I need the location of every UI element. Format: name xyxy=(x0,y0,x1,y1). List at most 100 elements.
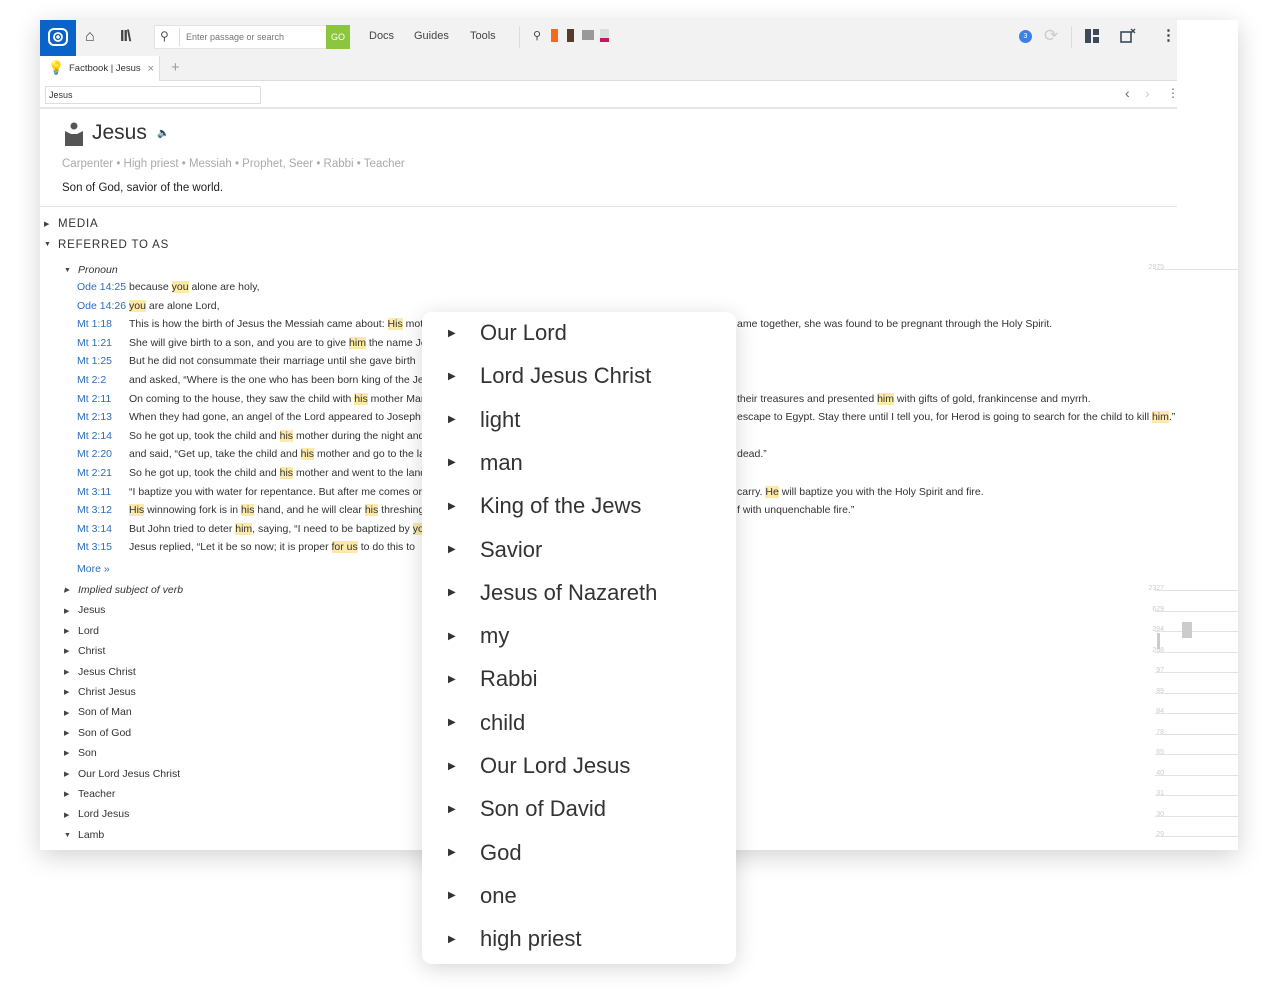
verse-reference-link[interactable]: Mt 1:21 xyxy=(77,337,112,349)
divider xyxy=(519,26,520,48)
popup-item-label: Son of David xyxy=(480,796,606,822)
popup-item[interactable]: ▶ Savior xyxy=(448,537,542,563)
quick-search-icon[interactable]: ⚲ xyxy=(533,29,541,42)
verse-reference-link[interactable]: Mt 2:14 xyxy=(77,430,112,442)
panel-menu-icon[interactable]: ⋮ xyxy=(1167,86,1179,100)
text-segment: carry. xyxy=(737,485,766,498)
popup-item[interactable]: ▶ high priest xyxy=(448,926,582,952)
more-link[interactable]: More » xyxy=(77,563,110,575)
layout-icon[interactable] xyxy=(1085,29,1099,43)
name-item[interactable]: ▶ Jesus xyxy=(64,604,105,616)
group-pronoun[interactable]: ▼ Pronoun xyxy=(64,264,118,276)
verse-text: their treasures and presented him with g… xyxy=(737,392,1091,405)
verse-reference-link[interactable]: Mt 2:21 xyxy=(77,467,112,479)
popup-item[interactable]: ▶ man xyxy=(448,450,523,476)
name-item[interactable]: ▶ Our Lord Jesus Christ xyxy=(64,768,180,780)
section-label: REFERRED TO AS xyxy=(58,239,170,251)
section-media[interactable]: ▶ MEDIA xyxy=(44,218,98,230)
popup-item[interactable]: ▶ Our Lord Jesus xyxy=(448,753,630,779)
verse-text: and said, “Get up, take the child and hi… xyxy=(129,448,463,461)
verse-text: escape to Egypt. Stay there until I tell… xyxy=(737,411,1175,424)
more-menu-icon[interactable]: ⋮ xyxy=(1161,26,1176,44)
divider xyxy=(1071,26,1072,48)
popup-item[interactable]: ▶ Our Lord xyxy=(448,320,567,346)
expand-icon: ▶ xyxy=(64,648,70,656)
expand-icon: ▶ xyxy=(64,791,70,799)
verse-reference-link[interactable]: Mt 2:13 xyxy=(77,411,112,423)
highlighted-word: His xyxy=(387,318,403,331)
book-shortcut-icon[interactable] xyxy=(567,29,574,42)
name-item[interactable]: ▶ Lord xyxy=(64,625,99,637)
verse-reference-link[interactable]: Mt 3:15 xyxy=(77,541,112,553)
search-box: ⚲ xyxy=(154,25,350,49)
nav-tools[interactable]: Tools xyxy=(470,30,496,42)
verse-text: But he did not consummate their marriage… xyxy=(129,355,463,367)
page-title: Jesus xyxy=(92,121,147,144)
search-icon: ⚲ xyxy=(160,29,169,43)
name-item[interactable]: ▶ Christ Jesus xyxy=(64,686,136,698)
name-item[interactable]: ▶ Jesus Christ xyxy=(64,666,136,678)
section-referred-to-as[interactable]: ▼ REFERRED TO AS xyxy=(44,239,169,251)
tab-factbook-jesus[interactable]: 💡 Factbook | Jesus × xyxy=(40,56,160,81)
add-tab-button[interactable]: + xyxy=(171,59,180,76)
highlighted-word: his xyxy=(241,504,255,517)
expand-icon: ▶ xyxy=(448,544,456,555)
name-item[interactable]: ▶ Lord Jesus xyxy=(64,808,129,820)
close-panels-icon[interactable] xyxy=(1120,28,1136,44)
popup-item[interactable]: ▶ one xyxy=(448,883,517,909)
book-shortcut-icon[interactable] xyxy=(551,29,558,42)
verse-reference-link[interactable]: Ode 14:25 xyxy=(77,281,126,293)
expand-icon: ▶ xyxy=(64,587,70,595)
name-item[interactable]: ▶ Son xyxy=(64,747,97,759)
speaker-icon[interactable]: 🔈 xyxy=(157,128,169,139)
search-input[interactable] xyxy=(179,28,324,46)
notification-badge[interactable]: 3 xyxy=(1019,30,1032,43)
back-icon[interactable]: ‹ xyxy=(1125,85,1130,101)
popup-item[interactable]: ▶ my xyxy=(448,623,509,649)
factbook-search-input[interactable]: Jesus xyxy=(45,86,261,104)
popup-item-label: man xyxy=(480,449,523,475)
popup-item[interactable]: ▶ Rabbi xyxy=(448,666,537,692)
home-icon[interactable]: ⌂ xyxy=(85,28,95,46)
popup-item[interactable]: ▶ Son of David xyxy=(448,796,606,822)
verse-reference-link[interactable]: Mt 1:25 xyxy=(77,355,112,367)
expand-icon: ▶ xyxy=(64,709,70,717)
forward-icon[interactable]: › xyxy=(1145,85,1150,101)
text-segment: threshing xyxy=(378,504,425,517)
verse-reference-link[interactable]: Mt 3:11 xyxy=(77,486,111,498)
name-item[interactable]: ▶ Implied subject of verb xyxy=(64,584,183,596)
logos-logo-button[interactable] xyxy=(40,20,76,56)
name-item[interactable]: ▼ Lamb xyxy=(64,829,104,841)
document-shortcut-icon[interactable] xyxy=(600,29,609,42)
text-segment: So he got up, took the child and xyxy=(129,467,280,479)
verse-reference-link[interactable]: Ode 14:26 xyxy=(77,300,126,312)
text-segment: Jesus replied, “Let it be so now; it is … xyxy=(129,541,332,554)
close-tab-icon[interactable]: × xyxy=(148,63,154,75)
popup-item[interactable]: ▶ King of the Jews xyxy=(448,493,641,519)
verse-reference-link[interactable]: Mt 3:12 xyxy=(77,504,112,516)
verse-text: “I baptize you with water for repentance… xyxy=(129,486,463,498)
name-item[interactable]: ▶ Son of Man xyxy=(64,706,132,718)
layout-shortcut-icon[interactable] xyxy=(582,30,594,40)
popup-item[interactable]: ▶ Jesus of Nazareth xyxy=(448,580,657,606)
verse-reference-link[interactable]: Mt 2:2 xyxy=(77,374,106,386)
nav-guides[interactable]: Guides xyxy=(414,30,449,42)
verse-reference-link[interactable]: Mt 1:18 xyxy=(77,318,112,330)
verse-reference-link[interactable]: Mt 2:20 xyxy=(77,448,112,460)
library-icon[interactable]: II\ xyxy=(120,28,131,46)
go-button[interactable]: GO xyxy=(326,25,350,49)
verse-reference-link[interactable]: Mt 2:11 xyxy=(77,393,111,405)
verse-reference-link[interactable]: Mt 3:14 xyxy=(77,523,112,535)
name-item[interactable]: ▶ Teacher xyxy=(64,788,115,800)
nav-docs[interactable]: Docs xyxy=(369,30,394,42)
highlighted-word: you xyxy=(171,281,189,293)
name-item[interactable]: ▶ Son of God xyxy=(64,727,131,739)
popup-item[interactable]: ▶ God xyxy=(448,840,522,866)
popup-item[interactable]: ▶ light xyxy=(448,407,520,433)
expand-icon: ▶ xyxy=(64,668,70,676)
name-item[interactable]: ▶ Christ xyxy=(64,645,105,657)
sync-icon[interactable]: ⟳ xyxy=(1044,26,1058,46)
text-segment: mother and went to the land xyxy=(293,467,427,479)
popup-item[interactable]: ▶ child xyxy=(448,710,525,736)
popup-item[interactable]: ▶ Lord Jesus Christ xyxy=(448,363,651,389)
